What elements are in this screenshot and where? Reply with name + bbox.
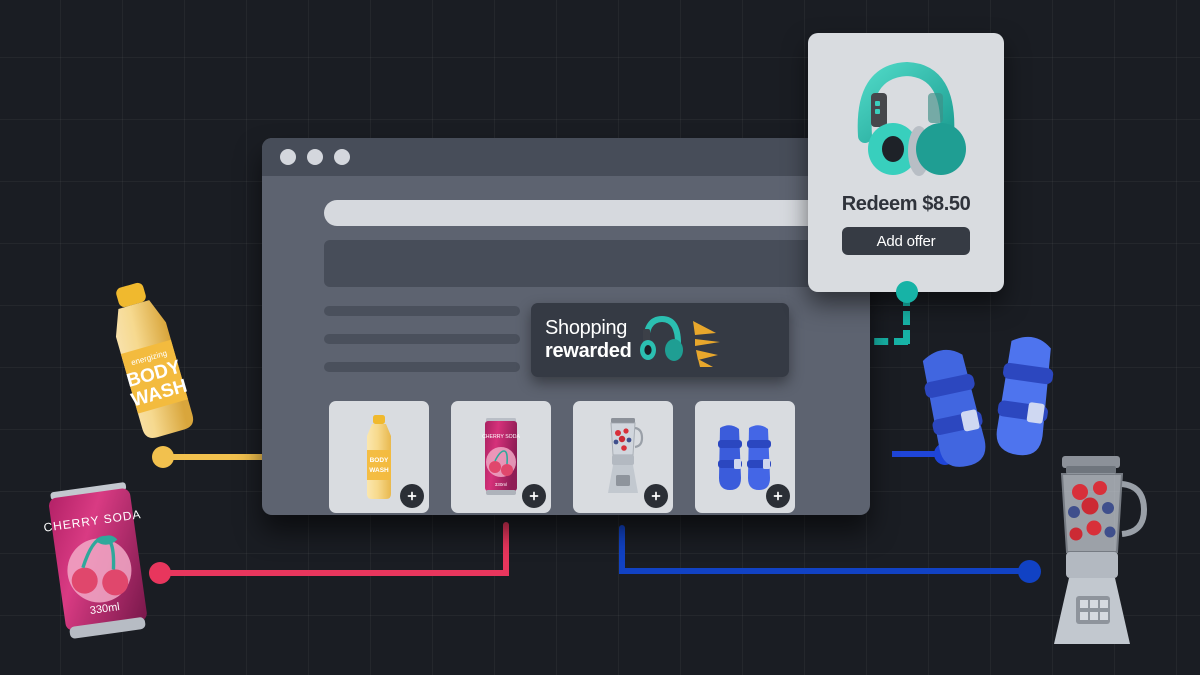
plus-icon — [773, 491, 783, 501]
svg-text:330ml: 330ml — [495, 482, 508, 487]
offer-price-label: Redeem $8.50 — [841, 193, 971, 215]
add-offer-button[interactable]: Add offer — [842, 227, 970, 255]
cherry-soda-can-art: CHERRY SODA 330ml — [43, 482, 147, 639]
headphones-product-image — [857, 61, 966, 176]
search-input[interactable] — [324, 207, 809, 219]
yellow-connector-dot — [152, 446, 174, 468]
add-product-button[interactable] — [766, 484, 790, 508]
blue-lower-connector-horizontal — [619, 568, 1031, 574]
svg-text:BODY: BODY — [370, 457, 389, 464]
promo-artwork — [638, 309, 734, 371]
add-product-button[interactable] — [522, 484, 546, 508]
content-placeholder-hero — [324, 240, 846, 287]
plus-icon — [651, 491, 661, 501]
content-placeholder-line — [324, 334, 520, 344]
content-placeholder-line — [324, 362, 520, 372]
pink-connector-horizontal — [160, 570, 509, 576]
teal-connector-dot — [896, 281, 918, 303]
cherry-soda-thumbnail: CHERRY SODA 330ml — [482, 418, 520, 495]
blender-thumbnail — [608, 418, 644, 493]
product-card-cherry-soda[interactable]: CHERRY SODA 330ml — [451, 401, 551, 513]
svg-text:WASH: WASH — [369, 467, 389, 474]
offer-card: Redeem $8.50 Add offer — [808, 33, 1004, 292]
burst-rays-icon — [692, 321, 720, 367]
window-dot-maximize-icon[interactable] — [334, 149, 350, 165]
yellow-connector-line — [166, 454, 270, 460]
promo-line-1: Shopping — [545, 316, 628, 339]
body-wash-thumbnail: BODY WASH — [367, 415, 391, 499]
promo-banner: Shopping rewarded — [531, 303, 789, 377]
browser-titlebar — [262, 138, 870, 176]
body-wash-bottle-art: energizing BODY WASH — [115, 282, 194, 438]
product-card-row: BODY WASH CHERRY SODA 330ml — [329, 401, 795, 513]
add-product-button[interactable] — [400, 484, 424, 508]
plus-icon — [529, 491, 539, 501]
svg-text:CHERRY SODA: CHERRY SODA — [482, 434, 520, 440]
search-bar[interactable] — [324, 200, 843, 226]
blue-lower-connector-vertical — [619, 525, 625, 573]
sandals-thumbnail — [718, 425, 771, 490]
content-placeholder-line — [324, 306, 520, 316]
window-dot-close-icon[interactable] — [280, 149, 296, 165]
plus-icon — [407, 491, 417, 501]
promo-text: Shopping rewarded — [545, 317, 632, 363]
pink-connector-vertical — [503, 522, 509, 574]
infographic-canvas: BODY WASH CHERRY SODA 330ml Shopping rew… — [0, 0, 1200, 675]
add-product-button[interactable] — [644, 484, 668, 508]
product-card-blender[interactable] — [573, 401, 673, 513]
product-card-body-wash[interactable]: BODY WASH — [329, 401, 429, 513]
promo-line-2: rewarded — [545, 340, 632, 362]
headphones-icon — [639, 315, 720, 367]
blender-art — [1054, 456, 1148, 644]
window-dot-minimize-icon[interactable] — [307, 149, 323, 165]
product-card-sandals[interactable] — [695, 401, 795, 513]
